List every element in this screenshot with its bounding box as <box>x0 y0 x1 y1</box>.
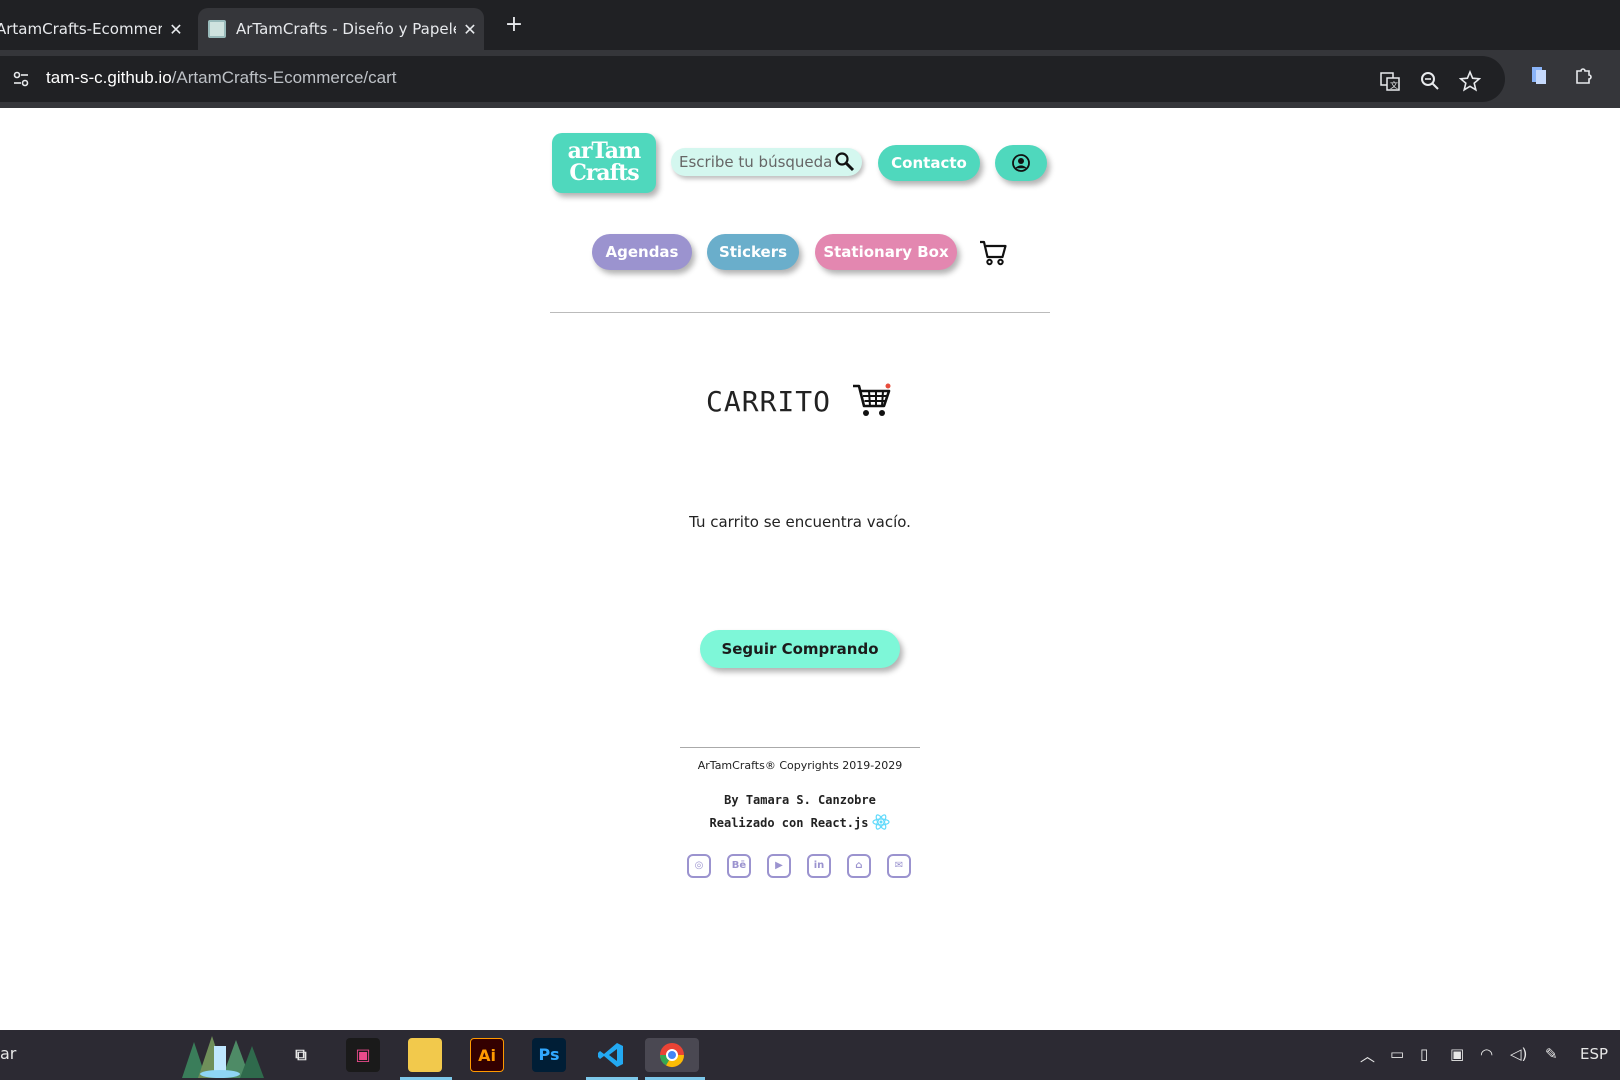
github-icon[interactable]: ⌂ <box>847 854 871 878</box>
task-view-icon[interactable]: ⧉ <box>284 1038 318 1072</box>
cart-heading: CARRITO <box>706 382 891 420</box>
browser-tabstrip: ArtamCrafts-Ecommer ✕ ArTamCrafts - Dise… <box>0 0 1620 50</box>
new-tab-icon[interactable]: + <box>500 12 528 40</box>
mail-icon[interactable]: ✉ <box>887 854 911 878</box>
built-with-text: Realizado con React.js <box>709 816 869 830</box>
vscode-icon[interactable] <box>594 1038 628 1072</box>
built-with-line: Realizado con React.js <box>0 813 1600 831</box>
artamcrafts-logo[interactable]: arTam Crafts <box>552 133 656 193</box>
social-links: ◎ Bē ▶ in ⌂ ✉ <box>687 854 911 878</box>
page-content: arTam Crafts Contacto Agendas Stickers S… <box>0 108 1620 1030</box>
nav-stickers-button[interactable]: Stickers <box>707 234 799 270</box>
cart-title: CARRITO <box>706 384 832 418</box>
language-indicator[interactable]: ESP <box>1580 1045 1608 1063</box>
continue-shopping-button[interactable]: Seguir Comprando <box>700 630 900 668</box>
tab-title: ArTamCrafts - Diseño y Papelerí <box>236 20 456 38</box>
search-highlight-image <box>178 1032 264 1078</box>
chrome-icon[interactable] <box>645 1038 699 1072</box>
device-icon[interactable]: ▯ <box>1420 1045 1428 1063</box>
logo-line1: arTam <box>567 138 642 164</box>
zoom-icon[interactable] <box>1418 70 1442 94</box>
linkedin-icon[interactable]: in <box>807 854 831 878</box>
shopping-cart-icon <box>853 383 891 416</box>
svg-text:文: 文 <box>1390 80 1398 90</box>
author-text: By Tamara S. Canzobre <box>724 793 876 807</box>
search-box <box>671 148 862 176</box>
search-input[interactable] <box>679 151 831 173</box>
user-icon <box>1012 154 1030 172</box>
extension-files-icon[interactable] <box>1527 64 1551 88</box>
photoshop-icon[interactable]: Ps <box>532 1038 566 1072</box>
battery-icon[interactable]: ▭ <box>1390 1045 1404 1063</box>
volume-icon[interactable]: ◁) <box>1510 1045 1527 1063</box>
translate-icon[interactable]: 文 <box>1378 70 1402 94</box>
site-settings-icon[interactable] <box>10 68 32 90</box>
url-text[interactable]: tam-s-c.github.io/ArtamCrafts-Ecommerce/… <box>46 68 396 88</box>
favicon-icon <box>208 20 226 38</box>
browser-toolbar: tam-s-c.github.io/ArtamCrafts-Ecommerce/… <box>0 50 1620 108</box>
search-icon[interactable] <box>834 151 856 173</box>
react-icon <box>872 814 891 830</box>
tab-title: ArtamCrafts-Ecommer <box>0 20 162 38</box>
close-tab-icon[interactable]: ✕ <box>162 20 190 39</box>
contact-button[interactable]: Contacto <box>878 145 980 181</box>
extensions-puzzle-icon[interactable] <box>1572 64 1596 88</box>
url-host: tam-s-c.github.io <box>46 68 172 87</box>
behance-icon[interactable]: Bē <box>727 854 751 878</box>
nav-agendas-button[interactable]: Agendas <box>592 234 692 270</box>
empty-cart-message: Tu carrito se encuentra vacío. <box>689 513 911 531</box>
browser-tab-active[interactable]: ArTamCrafts - Diseño y Papelerí ✕ <box>198 8 484 50</box>
footer-divider <box>680 747 920 748</box>
cart-icon[interactable] <box>978 236 1010 268</box>
close-tab-icon[interactable]: ✕ <box>456 20 484 39</box>
file-explorer-icon[interactable] <box>408 1038 442 1072</box>
taskbar-search-text[interactable]: ar <box>0 1044 16 1063</box>
bookmark-star-icon[interactable] <box>1458 69 1482 94</box>
url-path: /ArtamCrafts-Ecommerce/cart <box>171 68 397 87</box>
wifi-icon[interactable]: ◠ <box>1480 1045 1493 1063</box>
os-taskbar: ar ⧉ ▣ Ai Ps ︿ ▭ ▯ ▣ ◠ ◁) ✎ ESP <box>0 1030 1620 1080</box>
instagram-icon[interactable]: ◎ <box>687 854 711 878</box>
notification-icon[interactable]: ▣ <box>1450 1045 1464 1063</box>
header-divider <box>550 312 1050 313</box>
show-hidden-icons-icon[interactable]: ︿ <box>1360 1045 1375 1066</box>
media-app-icon[interactable]: ▣ <box>346 1038 380 1072</box>
browser-tab-inactive[interactable]: ArtamCrafts-Ecommer ✕ <box>0 8 190 50</box>
address-bar[interactable]: tam-s-c.github.io/ArtamCrafts-Ecommerce/… <box>0 56 1505 102</box>
user-account-button[interactable] <box>995 145 1047 181</box>
youtube-icon[interactable]: ▶ <box>767 854 791 878</box>
nav-stationary-box-button[interactable]: Stationary Box <box>815 234 957 270</box>
logo-line2: Crafts <box>569 160 639 186</box>
copyright-text: ArTamCrafts® Copyrights 2019-2029 <box>697 759 903 772</box>
illustrator-icon[interactable]: Ai <box>470 1038 504 1072</box>
pen-icon[interactable]: ✎ <box>1545 1045 1558 1063</box>
